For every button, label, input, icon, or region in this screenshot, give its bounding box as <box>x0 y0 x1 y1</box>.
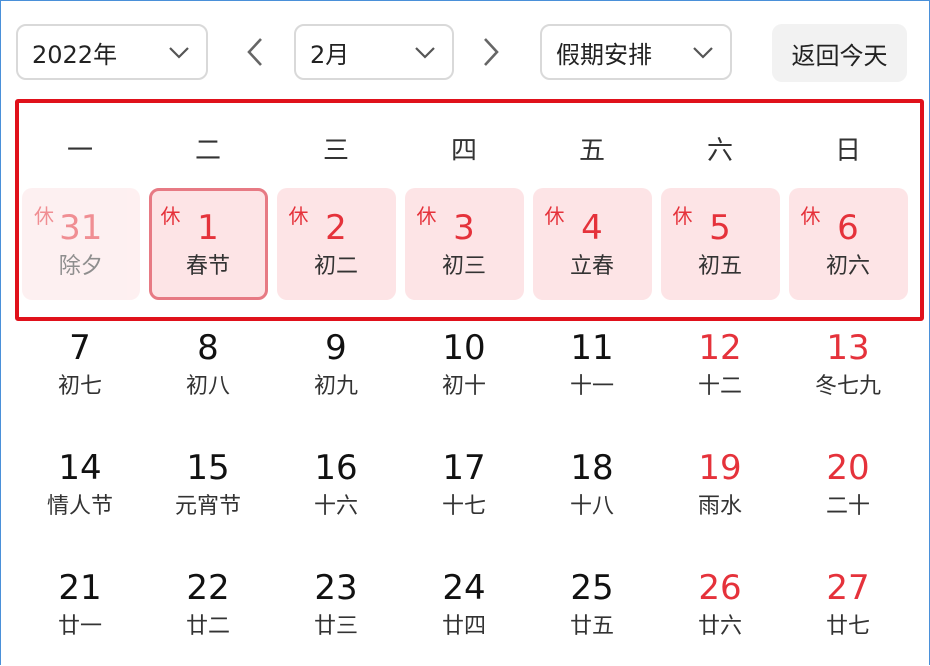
lunar-date: 廿五 <box>569 614 614 639</box>
year-select[interactable]: 2022年 <box>16 24 208 80</box>
chevron-down-icon <box>169 47 189 59</box>
lunar-date: 十一 <box>569 374 614 399</box>
lunar-date: 廿一 <box>57 614 102 639</box>
next-month-button[interactable] <box>474 34 508 70</box>
day-cell[interactable]: 10 初十 <box>405 308 524 420</box>
lunar-date: 廿二 <box>185 614 230 639</box>
lunar-date: 廿四 <box>441 614 486 639</box>
day-cell[interactable]: 12 十二 <box>661 308 780 420</box>
lunar-date: 元宵节 <box>174 494 241 519</box>
day-number: 25 <box>570 568 614 608</box>
day-cell[interactable]: 9 初九 <box>277 308 396 420</box>
lunar-date: 初十 <box>441 374 486 399</box>
lunar-date: 十七 <box>441 494 486 519</box>
day-cell[interactable]: 11 十一 <box>533 308 652 420</box>
holiday-schedule-select[interactable]: 假期安排 <box>540 24 732 80</box>
lunar-date: 十二 <box>697 374 742 399</box>
day-cell[interactable]: 18 十八 <box>533 428 652 540</box>
day-number: 18 <box>570 448 614 488</box>
day-number: 24 <box>442 568 486 608</box>
lunar-date: 初八 <box>185 374 230 399</box>
day-cell[interactable]: 24 廿四 <box>405 548 524 660</box>
day-cell[interactable]: 20 二十 <box>789 428 908 540</box>
lunar-date: 情人节 <box>46 494 113 519</box>
day-cell[interactable]: 7 初七 <box>21 308 140 420</box>
day-cell[interactable]: 17 十七 <box>405 428 524 540</box>
day-cell[interactable]: 14 情人节 <box>21 428 140 540</box>
lunar-date: 廿七 <box>825 614 870 639</box>
day-number: 15 <box>186 448 230 488</box>
lunar-date: 二十 <box>825 494 870 519</box>
lunar-date: 十八 <box>569 494 614 519</box>
day-number: 16 <box>314 448 358 488</box>
day-number: 9 <box>325 328 347 368</box>
day-number: 12 <box>698 328 742 368</box>
chevron-down-icon <box>693 47 713 59</box>
prev-month-button[interactable] <box>238 34 272 70</box>
day-number: 20 <box>826 448 870 488</box>
day-number: 27 <box>826 568 870 608</box>
lunar-date: 廿六 <box>697 614 742 639</box>
month-select[interactable]: 2月 <box>294 24 454 80</box>
day-number: 22 <box>186 568 230 608</box>
lunar-date: 雨水 <box>697 494 742 519</box>
day-number: 11 <box>570 328 614 368</box>
day-cell[interactable]: 25 廿五 <box>533 548 652 660</box>
lunar-date: 十六 <box>313 494 358 519</box>
day-cell[interactable]: 23 廿三 <box>277 548 396 660</box>
chevron-down-icon <box>415 47 435 59</box>
day-number: 19 <box>698 448 742 488</box>
day-number: 17 <box>442 448 486 488</box>
highlight-annotation-box <box>15 99 924 321</box>
day-number: 8 <box>197 328 219 368</box>
holiday-select-value: 假期安排 <box>556 40 652 69</box>
day-cell[interactable]: 21 廿一 <box>21 548 140 660</box>
lunar-date: 初九 <box>313 374 358 399</box>
day-number: 21 <box>58 568 102 608</box>
day-cell[interactable]: 19 雨水 <box>661 428 780 540</box>
day-cell[interactable]: 16 十六 <box>277 428 396 540</box>
year-select-value: 2022年 <box>32 40 118 69</box>
day-cell[interactable]: 27 廿七 <box>789 548 908 660</box>
day-number: 13 <box>826 328 870 368</box>
day-cell[interactable]: 8 初八 <box>149 308 268 420</box>
day-number: 7 <box>69 328 91 368</box>
lunar-date: 初七 <box>57 374 102 399</box>
day-number: 23 <box>314 568 358 608</box>
day-number: 14 <box>58 448 102 488</box>
day-cell[interactable]: 22 廿二 <box>149 548 268 660</box>
back-to-today-button[interactable]: 返回今天 <box>772 24 907 82</box>
day-number: 10 <box>442 328 486 368</box>
lunar-date: 廿三 <box>313 614 358 639</box>
day-cell[interactable]: 15 元宵节 <box>149 428 268 540</box>
day-number: 26 <box>698 568 742 608</box>
lunar-date: 冬七九 <box>814 374 881 399</box>
month-select-value: 2月 <box>310 40 350 69</box>
day-cell[interactable]: 26 廿六 <box>661 548 780 660</box>
day-cell[interactable]: 13 冬七九 <box>789 308 908 420</box>
